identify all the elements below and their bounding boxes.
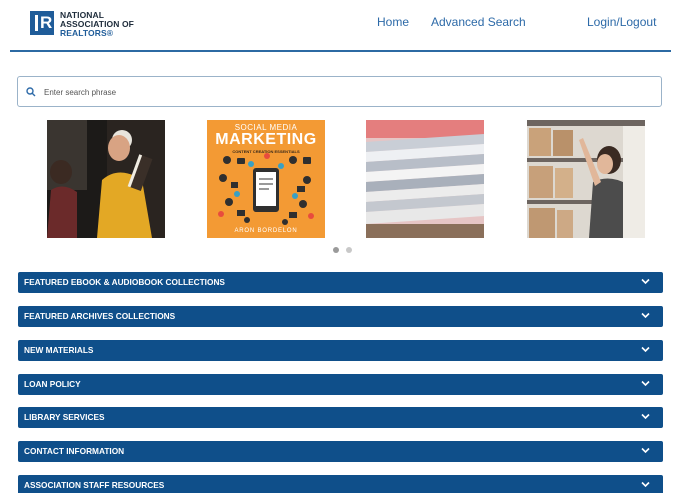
chevron-down-icon [641, 312, 650, 319]
chevron-down-icon [641, 380, 650, 387]
header-divider [10, 50, 671, 52]
nav-home-link[interactable]: Home [377, 15, 409, 29]
accordion-label: FEATURED EBOOK & AUDIOBOOK COLLECTIONS [24, 277, 225, 287]
chevron-down-icon [641, 447, 650, 454]
nar-logo[interactable]: R NATIONAL ASSOCIATION OF REALTORS® [30, 11, 134, 38]
magazine-stack-image [366, 120, 484, 238]
chevron-down-icon [641, 346, 650, 353]
search-icon [26, 87, 36, 97]
search-box[interactable] [17, 76, 662, 107]
book-subtitle: CONTENT CREATION ESSENTIALS [232, 149, 300, 154]
book-author: ARON BORDELON [234, 228, 298, 234]
accordion-label: LOAN POLICY [24, 379, 81, 389]
accordion-featured-archives[interactable]: FEATURED ARCHIVES COLLECTIONS [18, 306, 663, 327]
accordion-featured-ebook-audiobook[interactable]: FEATURED EBOOK & AUDIOBOOK COLLECTIONS [18, 272, 663, 293]
accordion-library-services[interactable]: LIBRARY SERVICES [18, 407, 663, 428]
accordion-new-materials[interactable]: NEW MATERIALS [18, 340, 663, 361]
chevron-down-icon [641, 481, 650, 488]
search-input[interactable] [42, 82, 656, 103]
book-title-line-2: MARKETING [215, 131, 317, 148]
accordion-loan-policy[interactable]: LOAN POLICY [18, 374, 663, 395]
accordion-label: LIBRARY SERVICES [24, 412, 105, 422]
accordion-label: NEW MATERIALS [24, 345, 94, 355]
site-header: R NATIONAL ASSOCIATION OF REALTORS® Home… [0, 0, 673, 52]
accordion-label: FEATURED ARCHIVES COLLECTIONS [24, 311, 176, 321]
nav-advanced-search-link[interactable]: Advanced Search [431, 15, 526, 29]
carousel-slide-magazine-stack[interactable] [366, 120, 484, 238]
carousel-slide-woman-archive-shelves[interactable] [527, 120, 645, 238]
nav-login-logout-link[interactable]: Login/Logout [587, 15, 656, 29]
accordion-contact-information[interactable]: CONTACT INFORMATION [18, 441, 663, 462]
chevron-down-icon [641, 278, 650, 285]
accordion-label: ASSOCIATION STAFF RESOURCES [24, 480, 165, 490]
carousel-dot-1[interactable] [333, 247, 339, 253]
woman-with-books-image [47, 120, 165, 238]
accordion-association-staff-resources[interactable]: ASSOCIATION STAFF RESOURCES [18, 475, 663, 493]
logo-line-3: REALTORS® [60, 28, 114, 38]
carousel-pagination [333, 247, 352, 253]
realtor-r-icon: R [30, 11, 54, 35]
chevron-down-icon [641, 413, 650, 420]
carousel-slide-social-media-marketing-book[interactable]: SOCIAL MEDIA MARKETING CONTENT CREATION … [207, 120, 325, 238]
accordion-label: CONTACT INFORMATION [24, 446, 125, 456]
logo-text: NATIONAL ASSOCIATION OF REALTORS® [60, 11, 134, 38]
carousel-dot-2[interactable] [346, 247, 352, 253]
carousel-slide-woman-with-books[interactable] [47, 120, 165, 238]
archive-shelves-image [527, 120, 645, 238]
